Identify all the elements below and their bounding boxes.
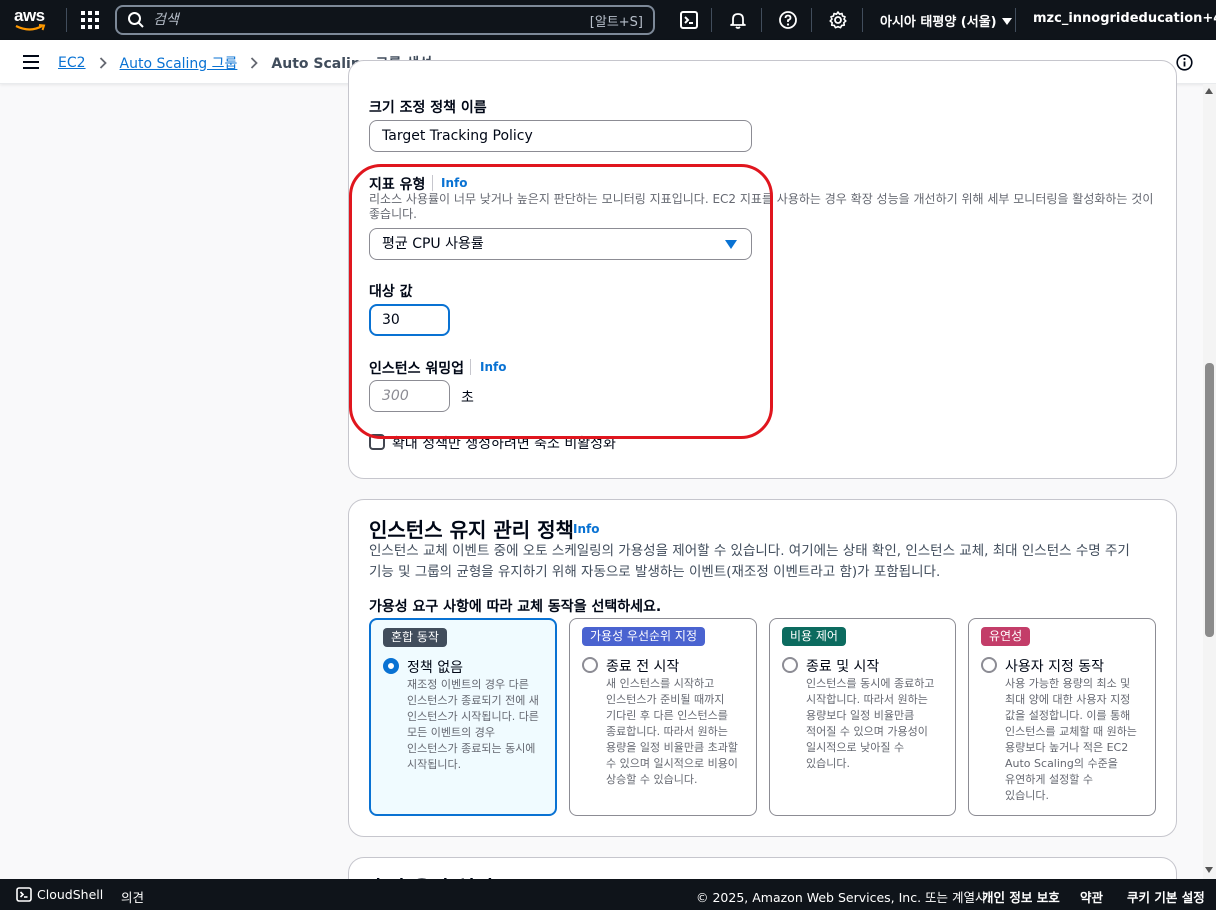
- metric-type-description: 리소스 사용률이 너무 낮거나 높은지 판단하는 모니터링 지표입니다. EC2…: [369, 192, 1159, 222]
- option-description: 인스턴스를 동시에 종료하고 시작합니다. 따라서 원하는 용량보다 일정 비율…: [806, 677, 935, 770]
- info-panel-icon[interactable]: [1176, 54, 1193, 71]
- caret-down-icon: [1001, 18, 1012, 25]
- account-menu[interactable]: mzc_innogrideducation+41: [1033, 11, 1216, 26]
- aws-logo-text: aws: [14, 6, 45, 25]
- option-title: 사용자 지정 동작: [1005, 659, 1105, 675]
- replacement-behavior-label: 가용성 요구 사항에 따라 교체 동작을 선택하세요.: [369, 599, 662, 615]
- maintenance-policy-description: 인스턴스 교체 이벤트 중에 오토 스케일링의 가용성을 제어할 수 있습니다.…: [369, 541, 1169, 583]
- option-title: 정책 없음: [407, 660, 463, 676]
- footer: CloudShell 의견 © 2025, Amazon Web Service…: [0, 879, 1216, 910]
- instance-warmup-info-link[interactable]: Info: [480, 360, 506, 374]
- option-title: 종료 및 시작: [806, 659, 880, 675]
- metric-type-selected-value: 평균 CPU 사용률: [382, 236, 484, 252]
- account-label: mzc_innogrideducation+41: [1033, 11, 1216, 26]
- maintenance-policy-info-link[interactable]: Info: [573, 522, 599, 536]
- metric-desc-line-1: 리소스 사용률이 너무 낮거나 높은지 판단하는 모니터링 지표입니다. EC2…: [369, 192, 1154, 206]
- option-radio[interactable]: [383, 658, 399, 674]
- gear-icon[interactable]: [828, 10, 848, 30]
- warmup-unit-label: 초: [461, 390, 474, 406]
- nav-divider: [862, 8, 863, 32]
- metric-type-info-link[interactable]: Info: [441, 176, 467, 190]
- target-value-input[interactable]: 30: [369, 304, 450, 336]
- region-label: 아시아 태평양 (서울): [880, 15, 997, 30]
- nav-divider: [711, 8, 712, 32]
- scroll-up-arrow-icon[interactable]: [1205, 88, 1213, 94]
- cloudshell-icon[interactable]: [16, 887, 32, 902]
- metric-type-label: 지표 유형: [369, 177, 426, 193]
- option-description: 사용 가능한 용량의 최소 및 최대 양에 대한 사용자 지정 값을 설정합니다…: [1005, 677, 1137, 802]
- option-custom-behavior[interactable]: 유연성 사용자 지정 동작 사용 가능한 용량의 최소 및 최대 양에 대한 사…: [968, 618, 1156, 816]
- nav-divider: [761, 8, 762, 32]
- maintenance-desc-line-1: 인스턴스 교체 이벤트 중에 오토 스케일링의 가용성을 제어할 수 있습니다.…: [369, 543, 1130, 559]
- disable-scale-in-label: 확대 정책만 생성하려면 축소 비활성화: [392, 436, 616, 452]
- caret-down-icon[interactable]: [725, 240, 737, 249]
- chevron-right-icon: [251, 57, 259, 69]
- services-grid-icon[interactable]: [81, 11, 99, 29]
- cloudshell-icon[interactable]: [679, 10, 699, 30]
- policy-name-input[interactable]: Target Tracking Policy: [369, 120, 752, 152]
- breadcrumb-ec2[interactable]: EC2: [58, 55, 86, 71]
- option-badge: 가용성 우선순위 지정: [582, 627, 705, 646]
- aws-smile-icon: [15, 24, 46, 31]
- option-description: 새 인스턴스를 시작하고 인스턴스가 준비될 때까지 기다린 후 다른 인스턴스…: [606, 677, 738, 786]
- search-input[interactable]: [153, 12, 573, 28]
- maintenance-policy-title: 인스턴스 유지 관리 정책: [369, 518, 574, 542]
- target-value-label: 대상 값: [369, 284, 413, 300]
- option-launch-before-terminate[interactable]: 가용성 우선순위 지정 종료 전 시작 새 인스턴스를 시작하고 인스턴스가 준…: [569, 618, 757, 816]
- feedback-link[interactable]: 의견: [121, 887, 144, 906]
- option-badge: 비용 제어: [782, 627, 846, 646]
- chevron-right-icon: [99, 57, 107, 69]
- nav-divider: [66, 8, 67, 32]
- option-no-policy[interactable]: 혼합 동작 정책 없음 재조정 이벤트의 경우 다른 인스턴스가 종료되기 전에…: [369, 618, 557, 816]
- option-radio[interactable]: [582, 657, 598, 673]
- option-title: 종료 전 시작: [606, 659, 680, 675]
- terms-link[interactable]: 약관: [1080, 887, 1103, 906]
- option-badge: 유연성: [981, 627, 1031, 646]
- nav-divider: [1015, 8, 1016, 32]
- scroll-down-arrow-icon[interactable]: [1205, 867, 1213, 873]
- disable-scale-in-checkbox[interactable]: [369, 434, 385, 450]
- option-terminate-and-launch[interactable]: 비용 제어 종료 및 시작 인스턴스를 동시에 종료하고 시작합니다. 따라서 …: [769, 618, 956, 816]
- nav-divider: [811, 8, 812, 32]
- privacy-link[interactable]: 개인 정보 보호: [982, 887, 1060, 906]
- top-navigation: aws [알트+S] 아시아 태평양 (서울): [0, 0, 1216, 40]
- search-icon: [128, 12, 144, 28]
- search-shortcut: [알트+S]: [589, 15, 643, 30]
- search-box[interactable]: [알트+S]: [115, 5, 655, 35]
- scrollbar-thumb[interactable]: [1205, 363, 1214, 637]
- menu-icon[interactable]: [23, 55, 39, 69]
- help-icon[interactable]: [778, 10, 798, 30]
- aws-logo[interactable]: aws: [14, 7, 50, 33]
- option-badge: 혼합 동작: [383, 628, 447, 647]
- label-divider: [432, 175, 433, 191]
- option-description: 재조정 이벤트의 경우 다른 인스턴스가 종료되기 전에 새 인스턴스가 시작됩…: [407, 678, 539, 771]
- region-selector[interactable]: 아시아 태평양 (서울): [880, 11, 1012, 30]
- breadcrumb-auto-scaling-groups[interactable]: Auto Scaling 그룹: [120, 53, 238, 73]
- policy-name-label: 크기 조정 정책 이름: [369, 100, 487, 116]
- instance-warmup-input[interactable]: 300: [369, 380, 450, 412]
- label-divider: [470, 359, 471, 375]
- metric-desc-line-2: 좋습니다.: [369, 207, 417, 221]
- bell-icon[interactable]: [728, 10, 748, 30]
- option-radio[interactable]: [981, 657, 997, 673]
- metric-type-select[interactable]: 평균 CPU 사용률: [369, 228, 752, 260]
- cookie-preferences-link[interactable]: 쿠키 기본 설정: [1127, 887, 1205, 906]
- maintenance-desc-line-2: 기능 및 그룹의 균형을 유지하기 위해 자동으로 발생하는 이벤트(재조정 이…: [369, 564, 941, 580]
- copyright-text: © 2025, Amazon Web Services, Inc. 또는 계열사…: [696, 890, 991, 905]
- instance-warmup-label: 인스턴스 워밍업: [369, 361, 465, 377]
- cloudshell-link[interactable]: CloudShell: [37, 887, 103, 902]
- option-radio[interactable]: [782, 657, 798, 673]
